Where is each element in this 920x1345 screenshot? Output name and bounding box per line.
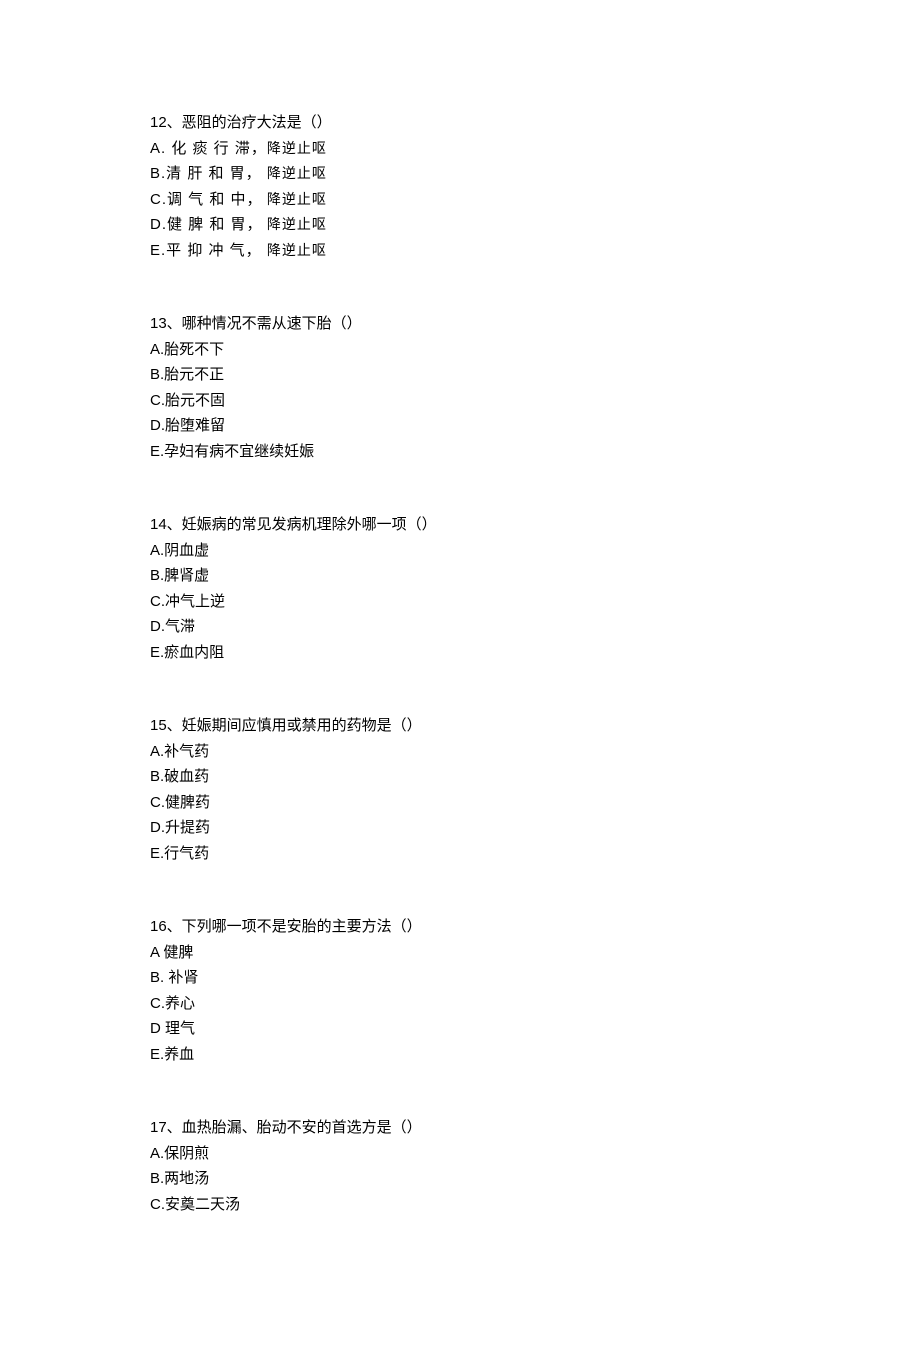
question-14-option-a: A.阴血虚 <box>150 538 770 564</box>
question-14-option-b: B.脾肾虚 <box>150 563 770 589</box>
option-left: D.健 脾 和 胃， <box>150 212 267 238</box>
question-16-option-c: C.养心 <box>150 991 770 1017</box>
option-left: E.平 抑 冲 气， <box>150 238 267 264</box>
question-13-stem: 13、哪种情况不需从速下胎（） <box>150 311 770 337</box>
question-12: 12、恶阻的治疗大法是（） A. 化 痰 行 滞， 降逆止呕 B.清 肝 和 胃… <box>150 110 770 263</box>
question-15-option-b: B.破血药 <box>150 764 770 790</box>
question-14: 14、妊娠病的常见发病机理除外哪一项（） A.阴血虚 B.脾肾虚 C.冲气上逆 … <box>150 512 770 665</box>
question-17-option-a: A.保阴煎 <box>150 1141 770 1167</box>
question-15-option-a: A.补气药 <box>150 739 770 765</box>
question-12-option-d: D.健 脾 和 胃， 降逆止呕 <box>150 212 327 238</box>
question-17-stem: 17、血热胎漏、胎动不安的首选方是（） <box>150 1115 770 1141</box>
question-14-stem: 14、妊娠病的常见发病机理除外哪一项（） <box>150 512 770 538</box>
option-right: 降逆止呕 <box>267 187 327 213</box>
question-15-option-d: D.升提药 <box>150 815 770 841</box>
question-14-option-c: C.冲气上逆 <box>150 589 770 615</box>
question-16: 16、下列哪一项不是安胎的主要方法（） A 健脾 B. 补肾 C.养心 D 理气… <box>150 914 770 1067</box>
question-13-option-d: D.胎堕难留 <box>150 413 770 439</box>
option-right: 降逆止呕 <box>267 212 327 238</box>
option-left: C.调 气 和 中， <box>150 187 267 213</box>
option-right: 降逆止呕 <box>267 136 327 162</box>
question-13-option-b: B.胎元不正 <box>150 362 770 388</box>
question-15: 15、妊娠期间应慎用或禁用的药物是（） A.补气药 B.破血药 C.健脾药 D.… <box>150 713 770 866</box>
question-13: 13、哪种情况不需从速下胎（） A.胎死不下 B.胎元不正 C.胎元不固 D.胎… <box>150 311 770 464</box>
question-15-option-e: E.行气药 <box>150 841 770 867</box>
question-17: 17、血热胎漏、胎动不安的首选方是（） A.保阴煎 B.两地汤 C.安奠二天汤 <box>150 1115 770 1217</box>
option-right: 降逆止呕 <box>267 238 327 264</box>
question-16-option-a: A 健脾 <box>150 940 770 966</box>
question-12-option-b: B.清 肝 和 胃， 降逆止呕 <box>150 161 327 187</box>
question-12-stem: 12、恶阻的治疗大法是（） <box>150 110 770 136</box>
option-right: 降逆止呕 <box>267 161 327 187</box>
question-12-option-e: E.平 抑 冲 气， 降逆止呕 <box>150 238 327 264</box>
question-12-options-table: A. 化 痰 行 滞， 降逆止呕 B.清 肝 和 胃， 降逆止呕 C.调 气 和… <box>150 136 327 264</box>
document-page: 12、恶阻的治疗大法是（） A. 化 痰 行 滞， 降逆止呕 B.清 肝 和 胃… <box>0 0 920 1345</box>
question-15-stem: 15、妊娠期间应慎用或禁用的药物是（） <box>150 713 770 739</box>
question-14-option-e: E.瘀血内阻 <box>150 640 770 666</box>
question-12-option-c: C.调 气 和 中， 降逆止呕 <box>150 187 327 213</box>
question-15-option-c: C.健脾药 <box>150 790 770 816</box>
question-16-stem: 16、下列哪一项不是安胎的主要方法（） <box>150 914 770 940</box>
question-17-option-c: C.安奠二天汤 <box>150 1192 770 1218</box>
question-13-option-e: E.孕妇有病不宜继续妊娠 <box>150 439 770 465</box>
question-16-option-e: E.养血 <box>150 1042 770 1068</box>
question-17-option-b: B.两地汤 <box>150 1166 770 1192</box>
question-13-option-a: A.胎死不下 <box>150 337 770 363</box>
question-13-option-c: C.胎元不固 <box>150 388 770 414</box>
question-16-option-b: B. 补肾 <box>150 965 770 991</box>
option-left: B.清 肝 和 胃， <box>150 161 267 187</box>
question-12-option-a: A. 化 痰 行 滞， 降逆止呕 <box>150 136 327 162</box>
question-14-option-d: D.气滞 <box>150 614 770 640</box>
option-left: A. 化 痰 行 滞， <box>150 136 267 162</box>
question-16-option-d: D 理气 <box>150 1016 770 1042</box>
